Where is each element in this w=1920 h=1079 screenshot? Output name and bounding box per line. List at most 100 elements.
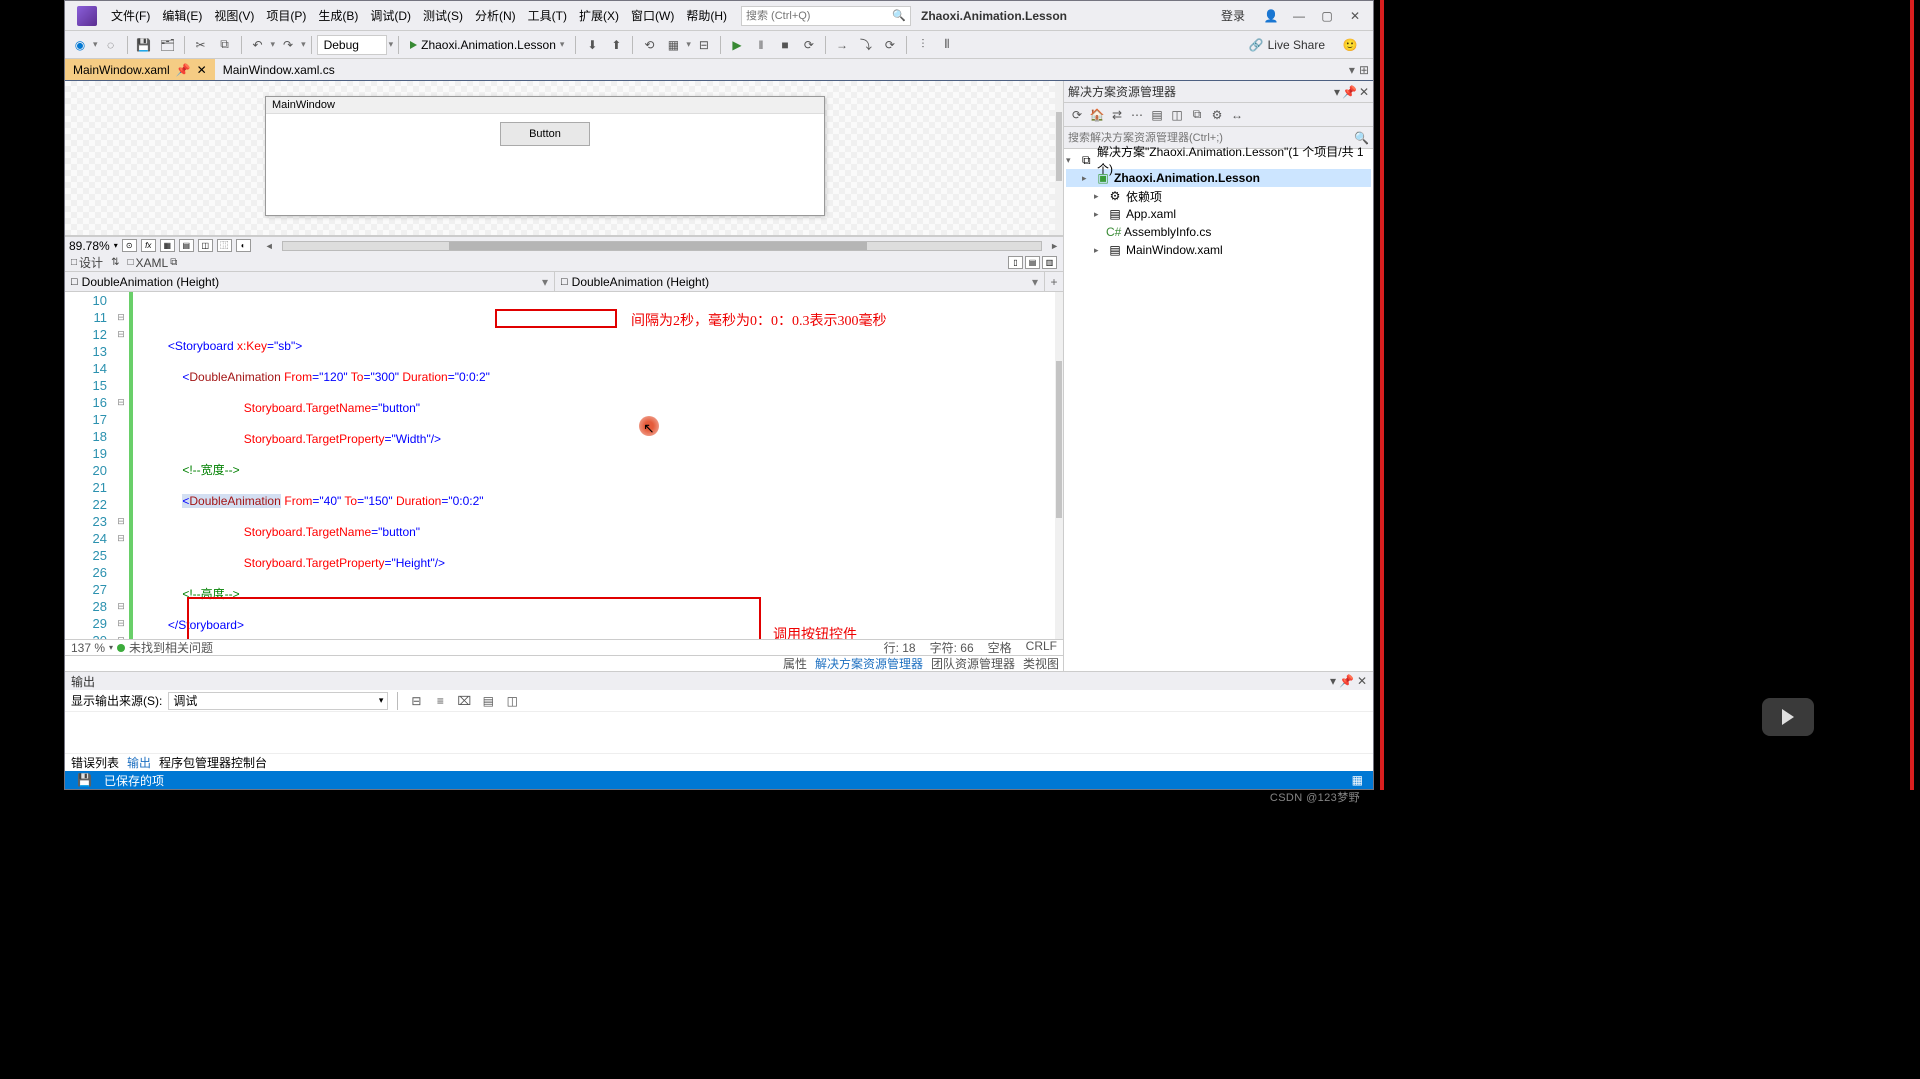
split-icon-1[interactable]: ▯ [1008,256,1023,269]
se-tool-icon-5[interactable]: ⚙ [1208,106,1226,124]
output-body[interactable] [65,712,1373,753]
zoom-level[interactable]: 89.78% [69,239,110,253]
se-tool-icon-2[interactable]: ▤ [1148,106,1166,124]
out-icon-4[interactable]: ▤ [479,692,497,710]
footer-icon-4[interactable]: ◫ [198,239,213,252]
tree-mainwindow[interactable]: ▸▤MainWindow.xaml [1066,241,1371,259]
se-dropdown-icon[interactable]: ▾ [1334,85,1340,99]
tree-root[interactable]: ▾⧉解决方案"Zhaoxi.Animation.Lesson"(1 个项目/共 … [1066,151,1371,169]
menu-tools[interactable]: 工具(T) [522,3,573,28]
tab-properties[interactable]: 属性 [783,655,807,672]
se-tool-icon-3[interactable]: ◫ [1168,106,1186,124]
dbg-play-icon[interactable]: ▶ [726,34,748,56]
tab-class-view[interactable]: 类视图 [1023,655,1059,672]
step-icon-2[interactable]: ⤵ [855,34,877,56]
nav-fwd-icon[interactable]: ◌ [100,34,122,56]
tree-app-xaml[interactable]: ▸▤App.xaml [1066,205,1371,223]
tab-package-console[interactable]: 程序包管理器控制台 [159,754,267,771]
tab-output[interactable]: 输出 [127,754,151,771]
signin-link[interactable]: 登录 [1215,7,1251,24]
footer-icon-fx[interactable]: fx [141,239,156,252]
split-design-tab[interactable]: □ 设计 [71,254,103,271]
menu-debug[interactable]: 调试(D) [364,3,417,28]
designer-hscroll[interactable] [282,241,1042,251]
menu-window[interactable]: 窗口(W) [625,3,680,28]
footer-icon-6[interactable]: ◐ [236,239,251,252]
preview-button-control[interactable]: Button [500,122,590,146]
editor-zoom[interactable]: 137 % [71,641,105,655]
se-sync-icon[interactable]: ⇄ [1108,106,1126,124]
pin-icon[interactable]: 📌 [176,63,191,77]
tree-deps[interactable]: ▸⚙依赖项 [1066,187,1371,205]
split-icon-2[interactable]: ▤ [1025,256,1040,269]
indent-icon-2[interactable]: ⫴ [936,34,958,56]
se-pin-icon[interactable]: 📌 [1342,85,1357,99]
se-tool-icon-4[interactable]: ⧉ [1188,106,1206,124]
dbg-restart-icon[interactable]: ⟳ [798,34,820,56]
save-all-icon[interactable]: 🗂 [157,34,179,56]
se-close-icon[interactable]: ✕ [1359,85,1369,99]
tab-team-explorer[interactable]: 团队资源管理器 [931,655,1015,672]
out-icon-3[interactable]: ⌧ [455,692,473,710]
breadcrumb-add-icon[interactable]: + [1045,272,1063,291]
tool-icon-5[interactable]: ⊟ [693,34,715,56]
out-icon-1[interactable]: ⊟ [407,692,425,710]
out-pin-icon[interactable]: 📌 [1339,674,1354,688]
start-debug-button[interactable]: Zhaoxi.Animation.Lesson ▾ [404,34,570,56]
quick-search[interactable]: 🔍 [741,6,911,26]
tool-icon-4[interactable]: ▦ [662,34,684,56]
footer-icon-5[interactable]: ⿲ [217,239,232,252]
video-play-widget[interactable] [1762,698,1814,736]
undo-icon[interactable]: ↶ [247,34,269,56]
tab-solution-explorer[interactable]: 解决方案资源管理器 [815,655,923,672]
code-body[interactable]: <Storyboard x:Key="sb"> <DoubleAnimation… [133,292,1063,639]
tabs-dropdown-icon[interactable]: ▾ [1349,63,1355,77]
menu-build[interactable]: 生成(B) [312,3,364,28]
cut-icon[interactable]: ✂ [190,34,212,56]
out-icon-5[interactable]: ◫ [503,692,521,710]
tab-close-icon[interactable]: ✕ [197,63,207,77]
dbg-stop-icon[interactable]: ■ [774,34,796,56]
split-xaml-tab[interactable]: □ XAML ⧉ [127,256,177,270]
copy-icon[interactable]: ⧉ [214,34,236,56]
menu-help[interactable]: 帮助(H) [680,3,733,28]
solution-search-input[interactable] [1068,132,1354,144]
tool-icon-1[interactable]: ⬇ [581,34,603,56]
feedback-icon[interactable]: 🙂 [1339,34,1361,56]
se-tool-icon-1[interactable]: ⋯ [1128,106,1146,124]
footer-icon-2[interactable]: ▦ [160,239,175,252]
live-share-button[interactable]: 🔗 Live Share 🙂 [1241,34,1369,56]
line-ending[interactable]: CRLF [1026,639,1057,656]
step-icon-1[interactable]: → [831,34,853,56]
redo-icon[interactable]: ↷ [277,34,299,56]
tab-mainwindow-cs[interactable]: MainWindow.xaml.cs [215,59,343,80]
designer-vscroll[interactable] [1055,81,1063,235]
menu-file[interactable]: 文件(F) [105,3,156,28]
out-close-icon[interactable]: ✕ [1357,674,1367,688]
menu-analyze[interactable]: 分析(N) [469,3,522,28]
code-editor[interactable]: 1011121314151617181920212223242526272829… [65,292,1063,639]
maximize-button[interactable]: ▢ [1313,6,1341,26]
breadcrumb-left[interactable]: □ DoubleAnimation (Height)▾ [65,272,555,291]
split-icon-3[interactable]: ▥ [1042,256,1057,269]
out-icon-2[interactable]: ≡ [431,692,449,710]
se-tool-icon-6[interactable]: ↔ [1228,106,1246,124]
fold-column[interactable]: ⊟⊟⊟⊟⊟⊟⊟⊟ [113,292,129,639]
tool-icon-2[interactable]: ⬆ [605,34,627,56]
xaml-designer[interactable]: MainWindow Button [65,81,1063,236]
menu-project[interactable]: 项目(P) [260,3,312,28]
solution-tree[interactable]: ▾⧉解决方案"Zhaoxi.Animation.Lesson"(1 个项目/共 … [1064,149,1373,671]
footer-icon-3[interactable]: ▤ [179,239,194,252]
close-button[interactable]: ✕ [1341,6,1369,26]
tool-icon-3[interactable]: ⟲ [638,34,660,56]
save-icon[interactable]: 💾 [133,34,155,56]
se-home2-icon[interactable]: 🏠 [1088,106,1106,124]
tree-assemblyinfo[interactable]: C#AssemblyInfo.cs [1066,223,1371,241]
code-vscroll[interactable] [1055,292,1063,639]
search-input[interactable] [746,10,892,22]
menu-view[interactable]: 视图(V) [208,3,260,28]
dbg-pause-icon[interactable]: ‖ [750,34,772,56]
indent-mode[interactable]: 空格 [988,639,1012,656]
footer-icon-1[interactable]: ⊙ [122,239,137,252]
tab-error-list[interactable]: 错误列表 [71,754,119,771]
